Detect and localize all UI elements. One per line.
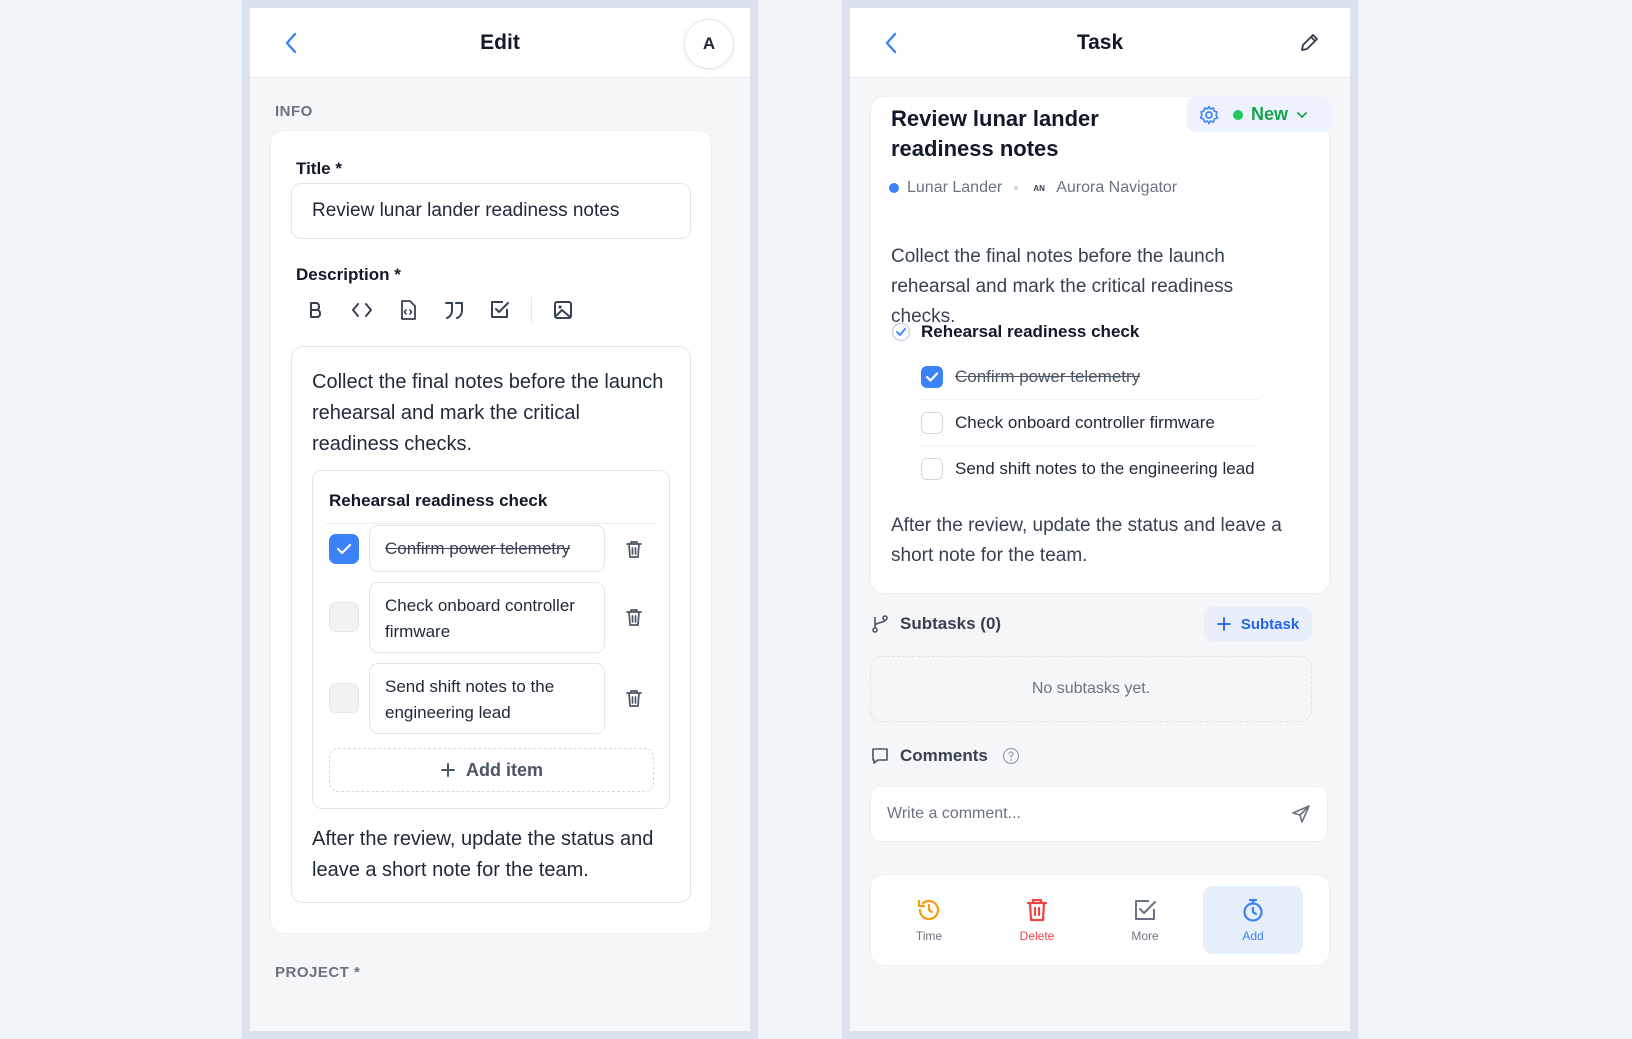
plus-icon [1216, 617, 1231, 631]
task-description-intro: Collect the final notes before the launc… [891, 246, 1234, 327]
task-checkbox-3[interactable] [921, 458, 943, 480]
checklist-title: Rehearsal readiness check [921, 322, 1140, 341]
task-description-outro: After the review, update the status and … [891, 515, 1282, 566]
bold-icon[interactable] [293, 290, 339, 330]
chevron-down-icon [1297, 111, 1307, 118]
comments-header: Comments [870, 746, 1020, 766]
timer-icon [1243, 898, 1263, 922]
status-bar: New [1187, 97, 1331, 132]
separator-dot [1014, 186, 1019, 190]
task-meta: Lunar Lander AN Aurora Navigator [889, 179, 1177, 197]
title-label: Title * [296, 159, 342, 178]
checklist-item-text-1: Confirm power telemetry [385, 539, 571, 558]
checklist-icon[interactable] [477, 290, 523, 330]
page-title: Edit [480, 30, 520, 54]
checklist-item-input-3[interactable]: Send shift notes to the engineering lead [369, 663, 605, 734]
assignee-name[interactable]: Aurora Navigator [1056, 179, 1177, 197]
edit-appbar: Edit A [250, 8, 750, 78]
project-section-label: PROJECT * [275, 964, 361, 981]
back-icon[interactable] [278, 30, 304, 56]
project-dot [889, 183, 899, 193]
gear-icon[interactable] [1199, 105, 1219, 130]
subtasks-header: Subtasks (0) [870, 614, 1001, 634]
add-item-label: Add item [465, 759, 543, 780]
project-name[interactable]: Lunar Lander [907, 179, 1002, 197]
more-button[interactable]: More [1095, 886, 1195, 954]
comment-icon [872, 748, 888, 764]
plus-icon [440, 763, 455, 777]
time-label: Time [915, 929, 943, 943]
trash-icon[interactable] [621, 604, 647, 630]
history-icon [917, 899, 940, 921]
quote-icon[interactable] [431, 290, 477, 330]
add-subtask-button[interactable]: Subtask [1204, 607, 1312, 641]
description-outro: After the review, update the status and … [312, 828, 654, 881]
delete-label: Delete [1019, 929, 1055, 943]
add-label: Add [1242, 929, 1264, 943]
checklist-checkbox-2[interactable] [329, 602, 359, 632]
comment-input[interactable]: Write a comment... [870, 786, 1328, 842]
description-label: Description * [296, 265, 401, 284]
add-item-button[interactable]: Add item [329, 748, 654, 792]
add-timer-button[interactable]: Add [1203, 886, 1303, 954]
checklist-header: Rehearsal readiness check [891, 322, 1139, 342]
task-appbar: Task [850, 8, 1350, 78]
edit-screen: Edit A INFO Title * Review lunar lander … [250, 8, 750, 1031]
description-editor[interactable]: Collect the final notes before the launc… [291, 346, 691, 903]
status-label: New [1251, 104, 1289, 124]
task-checkbox-2[interactable] [921, 412, 943, 434]
checklist-checkbox-3[interactable] [329, 683, 359, 713]
trash-icon[interactable] [621, 536, 647, 562]
add-subtask-label: Subtask [1240, 615, 1300, 633]
toolbar-divider [531, 297, 532, 323]
assignee-avatar: AN [1033, 183, 1045, 193]
task-detail-card: Review lunar lander readiness notes New … [870, 96, 1331, 594]
task-screen: Task Review lunar lander readiness notes… [850, 8, 1350, 1031]
trash-icon[interactable] [621, 685, 647, 711]
checklist-checkbox-1[interactable] [329, 534, 359, 564]
avatar[interactable]: A [684, 19, 734, 69]
editor-toolbar [293, 290, 586, 330]
edit-phone-frame: Edit A INFO Title * Review lunar lander … [242, 0, 758, 1039]
trash-icon [1026, 898, 1048, 922]
task-phone-frame: Task Review lunar lander readiness notes… [842, 0, 1358, 1039]
help-icon[interactable] [1002, 747, 1020, 765]
checklist-block: Rehearsal readiness check Confirm power … [312, 470, 670, 809]
page-title: Task [1076, 30, 1124, 54]
time-button[interactable]: Time [879, 886, 979, 954]
task-checklist-item-2: Check onboard controller firmware [955, 413, 1215, 432]
description-intro: Collect the final notes before the launc… [312, 371, 664, 455]
more-label: More [1131, 929, 1159, 943]
status-dot [1233, 109, 1243, 120]
comments-label: Comments [900, 746, 988, 765]
check-circle-icon [891, 322, 911, 342]
divider [325, 523, 657, 524]
info-card: Title * Review lunar lander readiness no… [270, 130, 712, 934]
image-icon[interactable] [540, 290, 586, 330]
subtasks-label: Subtasks (0) [900, 614, 1002, 633]
pencil-icon[interactable] [1296, 30, 1322, 56]
delete-button[interactable]: Delete [987, 886, 1087, 954]
status-dropdown[interactable]: New [1233, 104, 1308, 125]
checklist-item-input-2[interactable]: Check onboard controller firmware [369, 582, 605, 653]
divider [921, 399, 1259, 400]
task-checkbox-1[interactable] [921, 366, 943, 388]
code-file-icon[interactable] [385, 290, 431, 330]
comment-placeholder: Write a comment... [887, 805, 1021, 822]
title-input[interactable]: Review lunar lander readiness notes [291, 183, 691, 239]
send-icon[interactable] [1291, 804, 1311, 824]
divider [921, 445, 1259, 446]
info-section-label: INFO [275, 103, 313, 120]
task-title: Review lunar lander readiness notes [891, 106, 1099, 161]
subtasks-empty-state: No subtasks yet. [870, 656, 1312, 722]
back-icon[interactable] [878, 30, 904, 56]
task-checklist-item-1: Confirm power telemetry [955, 367, 1141, 386]
task-checklist-item-3: Send shift notes to the engineering lead [955, 459, 1255, 478]
checklist-title: Rehearsal readiness check [329, 491, 548, 510]
git-branch-icon [872, 615, 888, 633]
code-icon[interactable] [339, 290, 385, 330]
checklist-item-input-1[interactable]: Confirm power telemetry [369, 525, 605, 572]
checkbox-icon [1135, 900, 1156, 920]
action-bar: Time Delete More Add [870, 874, 1330, 966]
